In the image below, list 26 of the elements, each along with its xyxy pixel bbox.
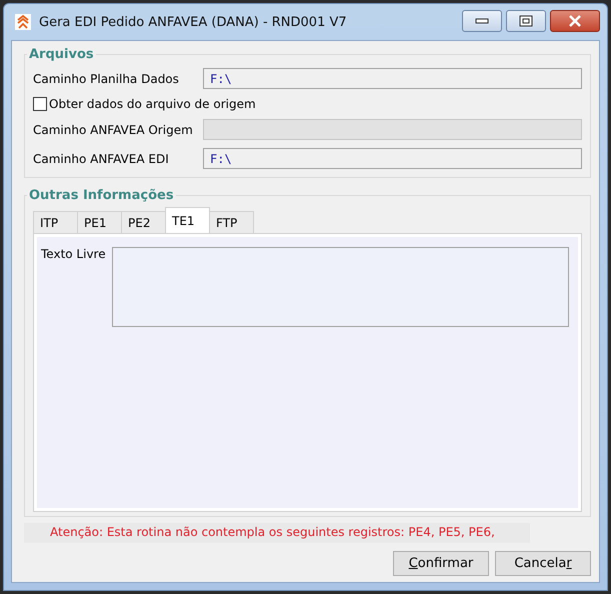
app-icon bbox=[15, 14, 31, 30]
minimize-button[interactable] bbox=[462, 10, 502, 32]
group-title: Arquivos bbox=[28, 47, 95, 62]
checkbox-label: Obter dados do arquivo de origem bbox=[49, 97, 256, 111]
close-icon bbox=[568, 15, 582, 27]
field-label: Caminho ANFAVEA EDI bbox=[33, 152, 170, 166]
warning-message: Atenção: Esta rotina não contempla os seguintes registros: PE4, PE5, PE6, bbox=[24, 523, 530, 543]
field-label: Caminho ANFAVEA Origem bbox=[33, 122, 194, 136]
tab[interactable]: TE1 bbox=[165, 207, 210, 233]
checkbox[interactable] bbox=[33, 97, 47, 111]
maximize-icon bbox=[519, 15, 533, 27]
maximize-button[interactable] bbox=[506, 10, 546, 32]
path-field[interactable]: F:\ bbox=[203, 148, 582, 169]
tab[interactable]: PE2 bbox=[121, 211, 166, 233]
field-label: Texto Livre bbox=[41, 247, 106, 261]
field-label: Caminho Planilha Dados bbox=[33, 72, 180, 86]
minimize-icon bbox=[475, 18, 489, 24]
tab[interactable]: FTP bbox=[209, 211, 254, 233]
path-field[interactable]: F:\ bbox=[203, 68, 582, 89]
tab[interactable]: PE1 bbox=[77, 211, 122, 233]
close-button[interactable] bbox=[550, 10, 600, 32]
window-title: Gera EDI Pedido ANFAVEA (DANA) - RND001 V7 bbox=[39, 14, 348, 30]
tab[interactable]: ITP bbox=[33, 211, 78, 233]
dialog-button[interactable]: Cancelar bbox=[495, 551, 591, 576]
dialog-button[interactable]: Confirmar bbox=[393, 551, 489, 576]
group-title: Outras Informações bbox=[28, 188, 175, 203]
